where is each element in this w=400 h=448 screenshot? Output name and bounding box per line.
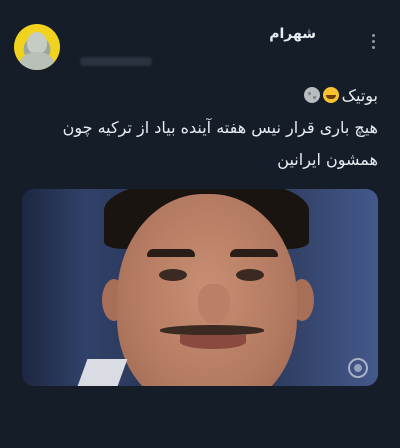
post-text-line-1-text: بوتیک <box>341 86 378 105</box>
avatar-body <box>20 52 54 70</box>
new-moon-face-icon <box>303 87 320 103</box>
image-eye-right <box>236 269 264 281</box>
image-brow-left <box>147 249 195 257</box>
image-collar <box>76 359 128 386</box>
avatar-head <box>27 32 47 54</box>
image-brow-right <box>230 249 278 257</box>
post-text-line-3: همشون ایرانین <box>277 150 378 169</box>
author-handle-blurred <box>80 57 152 66</box>
post-image[interactable] <box>22 189 378 386</box>
tv-network-logo <box>348 358 368 378</box>
image-nose <box>198 284 230 324</box>
image-mouth <box>180 335 246 349</box>
grinning-face-with-sweat-icon <box>322 87 339 103</box>
author-name[interactable]: شهرام <box>269 26 316 42</box>
post-text-line-2: هیچ باری قرار نیس هفته آینده بیاد از ترک… <box>62 118 378 137</box>
post-text-line-1: بوتیک <box>303 86 378 105</box>
more-vertical-icon[interactable] <box>366 34 380 52</box>
image-mustache <box>160 325 264 335</box>
avatar[interactable] <box>14 24 60 70</box>
image-eye-left <box>159 269 187 281</box>
